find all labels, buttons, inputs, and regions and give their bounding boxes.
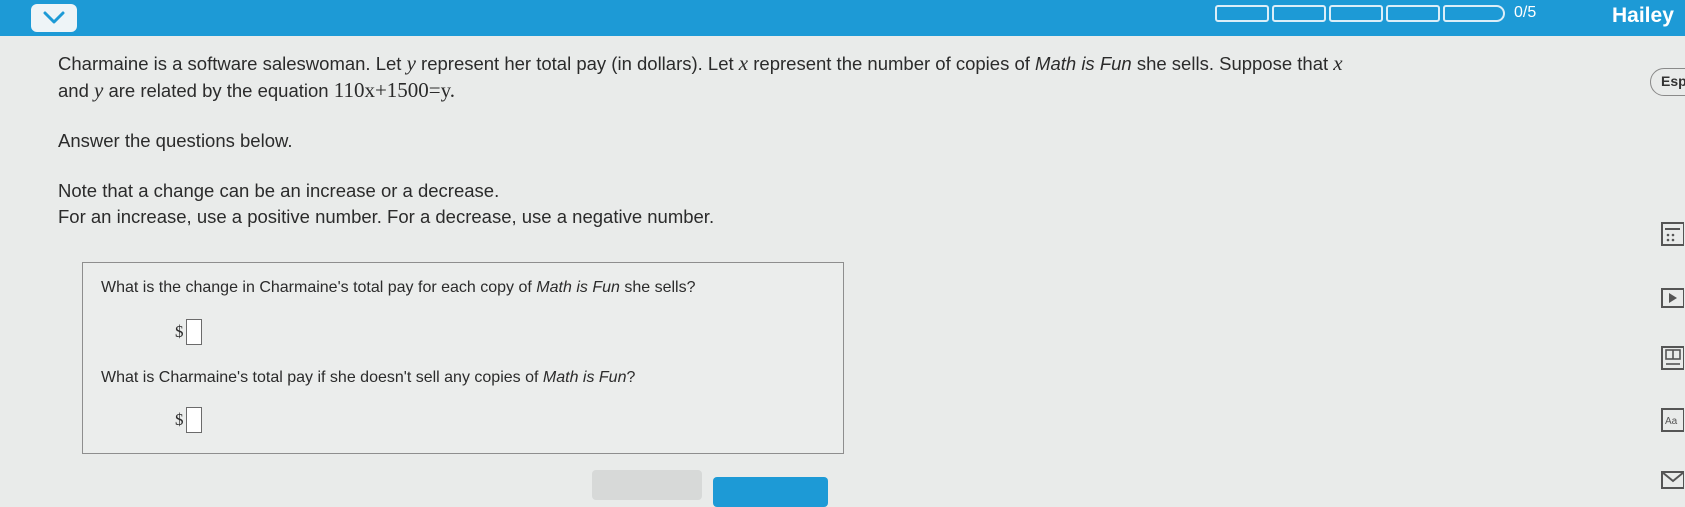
problem-statement: Charmaine is a software saleswoman. Let …: [58, 50, 1578, 230]
question-box: What is the change in Charmaine's total …: [82, 262, 844, 454]
progress-segment: [1215, 4, 1269, 22]
user-name[interactable]: Hailey: [1612, 4, 1674, 28]
answer-1-row: $: [175, 319, 202, 345]
progress-label: 0/5: [1514, 4, 1537, 21]
dollar-sign: $: [175, 322, 184, 341]
progress-segment: [1386, 4, 1440, 22]
problem-paragraph: Charmaine is a software saleswoman. Let …: [58, 51, 1343, 102]
espanol-button[interactable]: Esp: [1650, 68, 1685, 96]
progress-segment: [1272, 4, 1326, 22]
instruction-text: Answer the questions below.: [58, 130, 293, 151]
note-text: Note that a change can be an increase or…: [58, 180, 715, 227]
video-icon[interactable]: [1660, 286, 1684, 310]
progress-indicator: 0/5: [1215, 4, 1536, 22]
question-2-text: What is Charmaine's total pay if she doe…: [101, 369, 636, 386]
progress-segment: [1329, 4, 1383, 22]
grid-icon[interactable]: [1660, 346, 1684, 370]
svg-text:Aa: Aa: [1665, 416, 1678, 427]
mail-icon[interactable]: [1660, 468, 1684, 492]
equation: 110x+1500=y.: [333, 78, 456, 102]
top-bar: 0/5 Hailey: [0, 0, 1685, 36]
answer-1-input[interactable]: [185, 319, 202, 345]
progress-segment: [1443, 4, 1505, 22]
dollar-sign: $: [175, 410, 184, 429]
check-button[interactable]: [713, 477, 828, 507]
answer-2-row: $: [175, 407, 202, 433]
chevron-down-icon: [43, 11, 65, 24]
question-1-text: What is the change in Charmaine's total …: [101, 279, 696, 296]
text-size-icon[interactable]: Aa: [1660, 408, 1684, 432]
calculator-icon[interactable]: [1660, 222, 1684, 246]
collapse-button[interactable]: [31, 4, 77, 32]
explanation-button[interactable]: [592, 470, 702, 500]
answer-2-input[interactable]: [185, 407, 202, 433]
